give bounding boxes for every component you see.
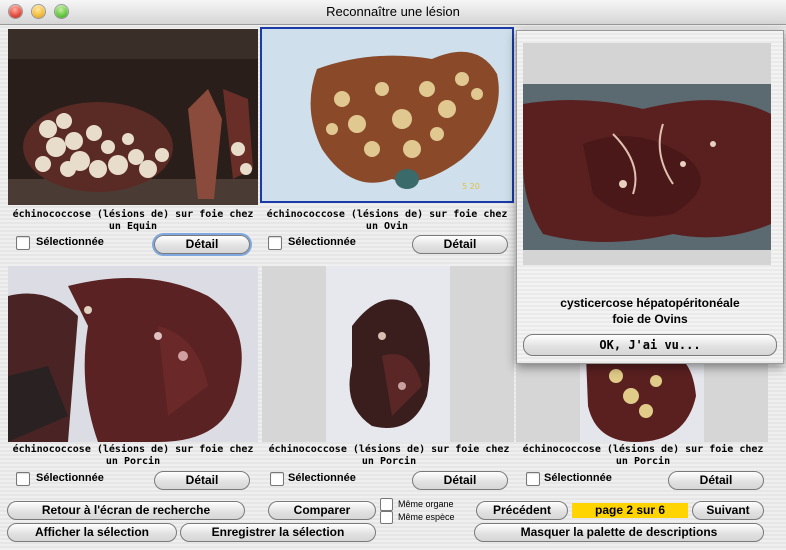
- result-photo-1[interactable]: [8, 29, 258, 205]
- result-photo-2[interactable]: 5 20: [260, 27, 514, 203]
- detail-button-5[interactable]: Détail: [668, 471, 764, 490]
- detail-button-3[interactable]: Détail: [154, 471, 250, 490]
- result-caption-4: échinococcose (lésions de) sur foie chez…: [268, 444, 510, 467]
- same-species-label: Même espèce: [398, 512, 455, 522]
- detail-button-4[interactable]: Détail: [412, 471, 508, 490]
- select-checkbox-3[interactable]: [16, 472, 30, 486]
- select-checkbox-1[interactable]: [16, 236, 30, 250]
- previous-page-button[interactable]: Précédent: [476, 501, 568, 520]
- result-card-2: 5 20 échinococcose (lésions de) sur foie…: [260, 27, 516, 259]
- back-to-search-button[interactable]: Retour à l'écran de recherche: [7, 501, 245, 520]
- next-page-button[interactable]: Suivant: [692, 501, 764, 520]
- window-title: Reconnaître une lésion: [326, 4, 460, 19]
- select-label-5: Sélectionnée: [544, 472, 612, 484]
- result-card-1: échinococcose (lésions de) sur foie chez…: [8, 29, 260, 259]
- page-indicator: page 2 sur 6: [572, 503, 688, 518]
- detail-button-2[interactable]: Détail: [412, 235, 508, 254]
- result-caption-5: échinococcose (lésions de) sur foie chez…: [522, 444, 764, 467]
- description-palette: cysticercose hépatopéritonéale foie de O…: [516, 30, 784, 364]
- palette-photo: [523, 84, 771, 250]
- select-label-2: Sélectionnée: [288, 236, 356, 248]
- show-selection-button[interactable]: Afficher la sélection: [7, 523, 177, 542]
- palette-title-line2: foie de Ovins: [612, 312, 688, 326]
- result-card-3: échinococcose (lésions de) sur foie chez…: [8, 266, 260, 491]
- result-photo-3[interactable]: [8, 266, 258, 442]
- detail-button-1[interactable]: Détail: [154, 235, 250, 254]
- photo-marker-2: 5 20: [462, 182, 480, 191]
- compare-button[interactable]: Comparer: [268, 501, 376, 520]
- result-photo-4[interactable]: [262, 266, 514, 442]
- result-caption-3: échinococcose (lésions de) sur foie chez…: [12, 444, 254, 467]
- result-caption-2: échinococcose (lésions de) sur foie chez…: [266, 209, 508, 232]
- palette-image-frame: [523, 43, 771, 265]
- select-label-4: Sélectionnée: [288, 472, 356, 484]
- select-label-3: Sélectionnée: [36, 472, 104, 484]
- palette-title-line1: cysticercose hépatopéritonéale: [560, 296, 740, 310]
- ok-seen-button[interactable]: OK, J'ai vu...: [523, 334, 777, 356]
- select-checkbox-5[interactable]: [526, 472, 540, 486]
- main-window: Reconnaître une lésion échinococcose (lé…: [0, 0, 786, 550]
- same-species-checkbox[interactable]: [380, 511, 393, 524]
- same-organ-label: Même organe: [398, 499, 454, 509]
- select-checkbox-2[interactable]: [268, 236, 282, 250]
- select-label-1: Sélectionnée: [36, 236, 104, 248]
- result-card-4: échinococcose (lésions de) sur foie chez…: [262, 266, 516, 491]
- select-checkbox-4[interactable]: [270, 472, 284, 486]
- result-caption-1: échinococcose (lésions de) sur foie chez…: [12, 209, 254, 232]
- save-selection-button[interactable]: Enregistrer la sélection: [180, 523, 376, 542]
- hide-palette-button[interactable]: Masquer la palette de descriptions: [474, 523, 764, 542]
- same-organ-checkbox[interactable]: [380, 498, 393, 511]
- title-bar: Reconnaître une lésion: [0, 0, 786, 25]
